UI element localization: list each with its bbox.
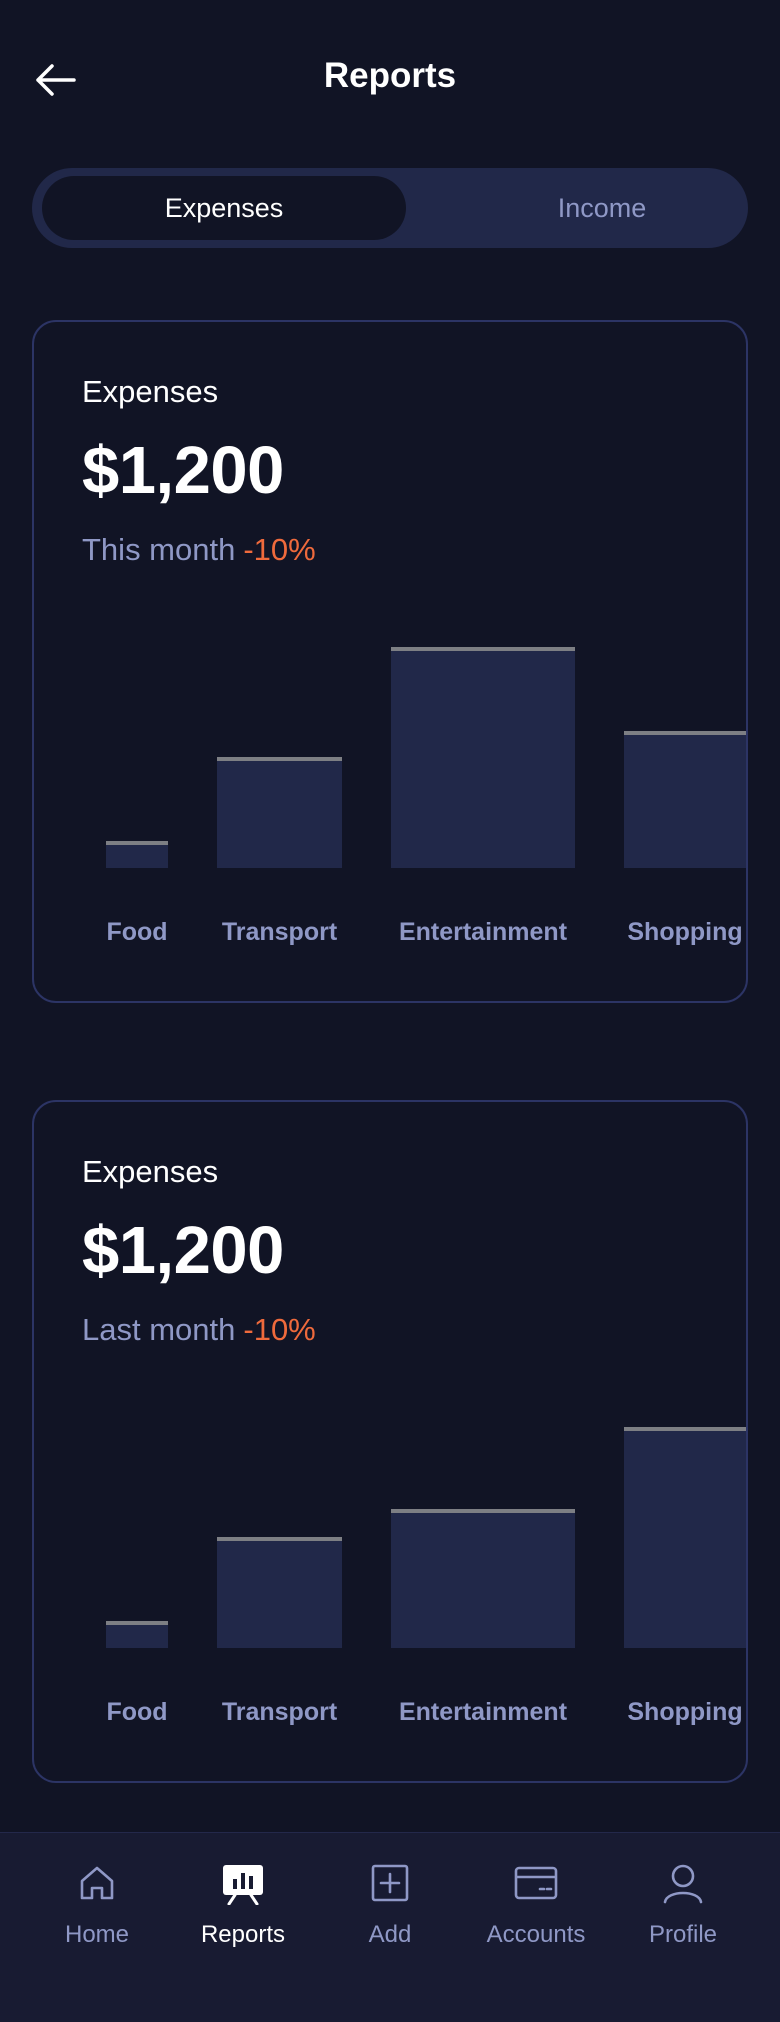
chart-bar-cap [624, 731, 746, 735]
chart-bar-cap [624, 1427, 746, 1431]
tab-expenses[interactable]: Expenses [42, 176, 406, 240]
chart-category-label: Food [106, 918, 168, 946]
chart-bar-cap [217, 757, 342, 761]
accounts-icon [514, 1861, 558, 1905]
profile-icon [661, 1861, 705, 1905]
home-icon [75, 1861, 119, 1905]
chart-bar-cap [217, 1537, 342, 1541]
chart-category-label: Transport [221, 918, 338, 946]
chart-bar [106, 841, 168, 868]
nav-label: Home [64, 1921, 130, 1948]
chart-bar [217, 1537, 342, 1648]
chart-category-label: Entertainment [398, 1698, 568, 1726]
chart-bar [391, 1509, 575, 1648]
nav-add[interactable]: Add [315, 1861, 465, 1971]
bar-chart: Food Transport Entertainment Shopping [34, 1102, 746, 1781]
bar-chart: Food Transport Entertainment Shopping [34, 322, 746, 1001]
chart-bar-cap [106, 1621, 168, 1625]
chart-bar [217, 757, 342, 868]
chart-bar-cap [391, 647, 575, 651]
nav-label: Profile [648, 1921, 718, 1948]
chart-bar [624, 1427, 746, 1648]
nav-accounts[interactable]: Accounts [461, 1861, 611, 1971]
nav-label: Reports [200, 1921, 286, 1948]
page-title: Reports [323, 56, 457, 95]
segmented-control: Expenses Income [32, 168, 748, 248]
nav-label: Accounts [486, 1921, 586, 1948]
nav-reports[interactable]: Reports [168, 1861, 318, 1971]
chart-category-label: Entertainment [398, 918, 568, 946]
expenses-card-this-month: Expenses $1,200 This month -10% Food Trans… [32, 320, 748, 1003]
chart-category-label: Transport [221, 1698, 338, 1726]
nav-profile[interactable]: Profile [608, 1861, 758, 1971]
chart-bar-cap [391, 1509, 575, 1513]
tab-income[interactable]: Income [420, 176, 780, 240]
nav-home[interactable]: Home [22, 1861, 172, 1971]
nav-label: Add [368, 1921, 412, 1948]
chart-category-label: Shopping [627, 1698, 743, 1726]
chart-category-label: Shopping [627, 918, 743, 946]
expenses-card-last-month: Expenses $1,200 Last month -10% Food Trans… [32, 1100, 748, 1783]
header: Reports [0, 0, 780, 160]
chart-bar [391, 647, 575, 868]
chart-bar [624, 731, 746, 868]
chart-bar [106, 1621, 168, 1648]
chart-bar-cap [106, 841, 168, 845]
bottom-nav: Home Reports Add Accounts Profile [0, 1832, 780, 2022]
reports-icon [221, 1861, 265, 1905]
add-icon [368, 1861, 412, 1905]
chart-category-label: Food [106, 1698, 168, 1726]
